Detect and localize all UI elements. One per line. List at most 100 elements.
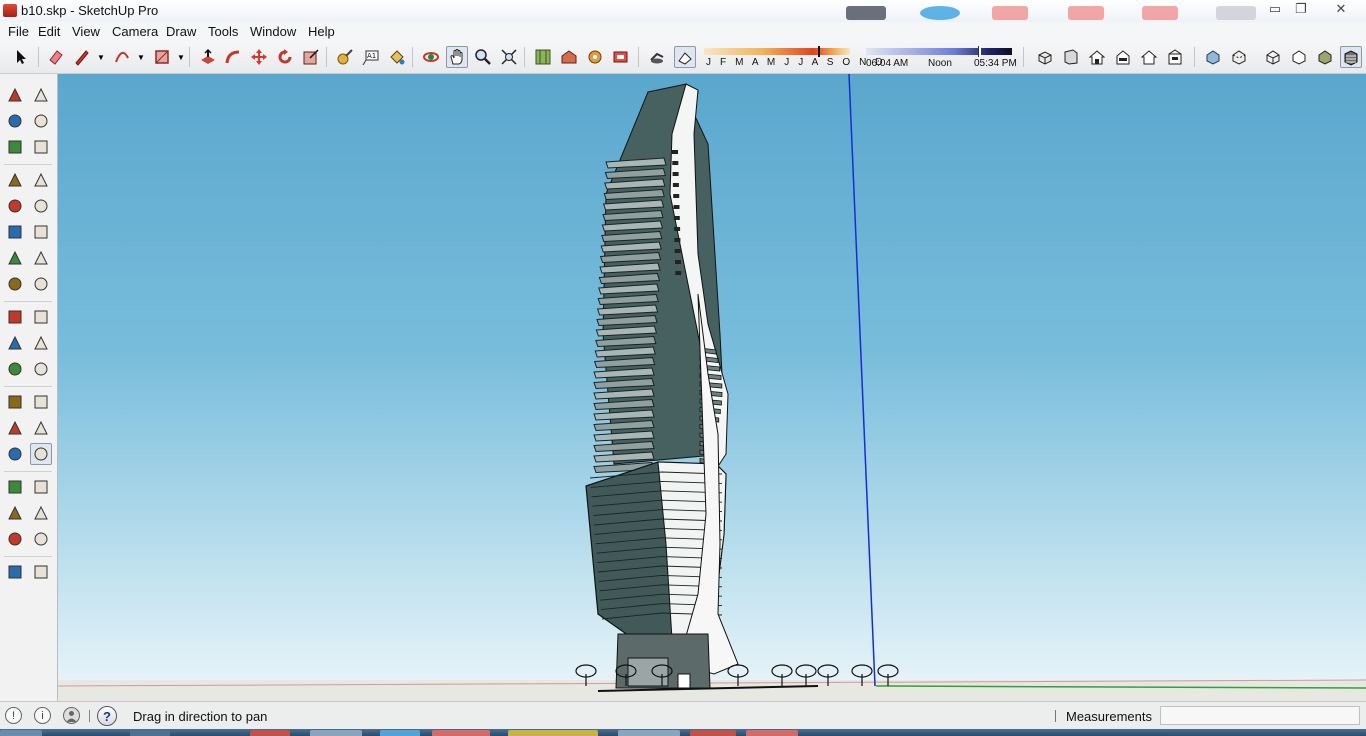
rotated-rectangle-tool-button[interactable] (30, 169, 52, 191)
tape-measure-tool-button[interactable] (4, 358, 26, 380)
menu-camera[interactable]: Camera (112, 24, 158, 39)
polygon-tool-button[interactable] (30, 195, 52, 217)
component-tool-button[interactable] (30, 84, 52, 106)
taskbar-item[interactable] (380, 730, 420, 736)
menu-file[interactable]: File (8, 24, 29, 39)
rectangle-tool-button[interactable] (4, 169, 26, 191)
section-plane-tool-button[interactable] (30, 561, 52, 583)
arc-tool-button[interactable] (4, 221, 26, 243)
shape-tool-button[interactable] (151, 46, 173, 68)
shadows-toggle-button[interactable] (646, 46, 668, 68)
line-tool-button[interactable] (4, 136, 26, 158)
iso-view-button[interactable] (1034, 46, 1056, 68)
pie-tool-button[interactable] (30, 247, 52, 269)
front-view-button[interactable] (1086, 46, 1108, 68)
shaded-textures-style-button[interactable] (1340, 46, 1362, 68)
close-button[interactable]: ✕ (1326, 0, 1356, 18)
warehouse-tool-button[interactable] (558, 46, 580, 68)
credits-icon[interactable]: i (34, 707, 51, 724)
axes-tool-button[interactable] (4, 417, 26, 439)
menu-edit[interactable]: Edit (38, 24, 60, 39)
three-point-arc-tool-button[interactable] (4, 247, 26, 269)
fog-toggle-button[interactable] (674, 46, 696, 68)
time-slider[interactable] (866, 48, 1012, 55)
previous-view-tool-button[interactable] (532, 46, 554, 68)
user-account-icon[interactable] (63, 707, 80, 724)
zoom-extents-tool-button[interactable] (498, 46, 520, 68)
scale-tool-button[interactable] (4, 332, 26, 354)
restore-button[interactable]: ❐ (1288, 0, 1314, 18)
walk-tool-button[interactable] (4, 528, 26, 550)
line-dropdown-icon[interactable]: ▼ (97, 53, 105, 62)
zoom-tool-button[interactable] (472, 46, 494, 68)
taskbar-item[interactable] (618, 730, 680, 736)
shaded-style-button[interactable] (1314, 46, 1336, 68)
orbit-tool-button[interactable] (420, 46, 442, 68)
menu-view[interactable]: View (72, 24, 100, 39)
rotate-tool-button[interactable] (274, 46, 296, 68)
position-camera-tool-button[interactable] (30, 502, 52, 524)
menu-tools[interactable]: Tools (208, 24, 238, 39)
pan-tool-button[interactable] (446, 46, 468, 68)
left-view-button[interactable] (1164, 46, 1186, 68)
taskbar-item[interactable] (690, 730, 736, 736)
paint-bucket-tool-button[interactable] (4, 110, 26, 132)
right-view-button[interactable] (1112, 46, 1134, 68)
date-slider[interactable] (704, 48, 850, 55)
circle-tool-button[interactable] (4, 195, 26, 217)
eraser-tool-button[interactable] (45, 46, 67, 68)
model-viewport[interactable] (58, 74, 1366, 701)
text-tool-button[interactable]: A1 (360, 46, 382, 68)
orbit-tool-button[interactable] (4, 443, 26, 465)
3d-text-tool-button[interactable] (30, 417, 52, 439)
rotate-tool-button[interactable] (4, 306, 26, 328)
menu-help[interactable]: Help (308, 24, 335, 39)
move-tool-button[interactable] (248, 46, 270, 68)
offset-tool-button[interactable] (30, 332, 52, 354)
footprints-tool-button[interactable] (4, 561, 26, 583)
zoom-extents-tool-button[interactable] (4, 502, 26, 524)
arc-tool-button[interactable] (111, 46, 133, 68)
two-point-arc-tool-button[interactable] (30, 221, 52, 243)
protractor-tool-button[interactable] (4, 391, 26, 413)
follow-me-tool-button[interactable] (30, 306, 52, 328)
date-slider-handle[interactable] (817, 46, 820, 57)
menu-window[interactable]: Window (250, 24, 296, 39)
geo-location-icon[interactable]: ! (5, 707, 22, 724)
start-button[interactable] (0, 730, 42, 736)
paint-bucket-tool-button[interactable] (386, 46, 408, 68)
follow-me-tool-button[interactable] (222, 46, 244, 68)
taskbar-item[interactable] (508, 730, 598, 736)
line-tool-button[interactable] (71, 46, 93, 68)
menu-draw[interactable]: Draw (166, 24, 196, 39)
minimize-button[interactable]: ▭ (1262, 0, 1288, 18)
select-tool-button[interactable] (10, 46, 32, 68)
eraser-tool-button[interactable] (30, 110, 52, 132)
instructor-help-icon[interactable]: ? (97, 706, 117, 726)
zoom-window-tool-button[interactable] (30, 476, 52, 498)
top-view-button[interactable] (1060, 46, 1082, 68)
move-tool-button[interactable] (4, 273, 26, 295)
time-slider-handle[interactable] (978, 46, 982, 57)
taskbar-item[interactable] (746, 730, 798, 736)
push-pull-tool-button[interactable] (197, 46, 219, 68)
zoom-tool-button[interactable] (4, 476, 26, 498)
freehand-tool-button[interactable] (30, 136, 52, 158)
pan-tool-button[interactable] (30, 443, 52, 465)
text-tool-button[interactable] (30, 391, 52, 413)
back-edges-style-button[interactable] (1228, 46, 1250, 68)
push-pull-tool-button[interactable] (30, 273, 52, 295)
measurements-input[interactable] (1160, 706, 1360, 725)
extension-warehouse-tool-button[interactable] (584, 46, 606, 68)
scale-tool-button[interactable] (300, 46, 322, 68)
taskbar-item[interactable] (432, 730, 490, 736)
dimension-tool-button[interactable] (30, 358, 52, 380)
select-tool-button[interactable] (4, 84, 26, 106)
xray-style-button[interactable] (1202, 46, 1224, 68)
wireframe-style-button[interactable] (1262, 46, 1284, 68)
arc-dropdown-icon[interactable]: ▼ (137, 53, 145, 62)
taskbar-item[interactable] (130, 730, 170, 736)
tape-measure-tool-button[interactable] (334, 46, 356, 68)
hidden-line-style-button[interactable] (1288, 46, 1310, 68)
shape-dropdown-icon[interactable]: ▼ (177, 53, 185, 62)
